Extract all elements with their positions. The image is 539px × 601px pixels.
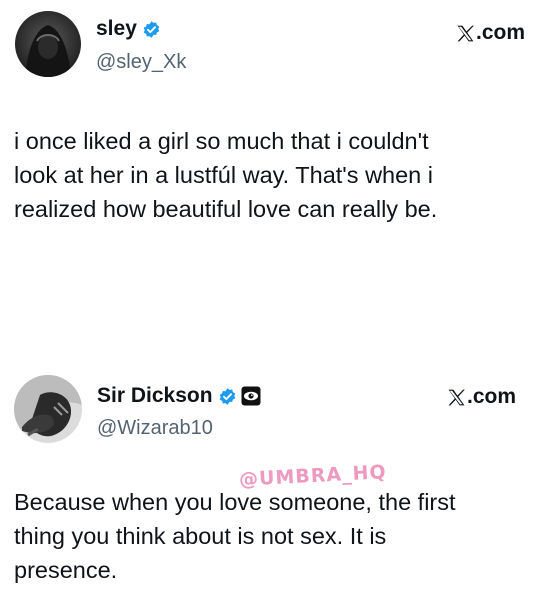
x-logo-icon	[447, 388, 466, 407]
source-text: .com	[466, 385, 516, 408]
verified-badge-icon	[218, 387, 237, 406]
avatar[interactable]	[14, 375, 82, 443]
hooded-figure-avatar-icon	[15, 11, 81, 77]
tweet-text: Because when you love someone, the first…	[14, 489, 456, 583]
user-handle[interactable]: @Wizarab10	[97, 416, 213, 440]
source-label: .com	[456, 21, 525, 45]
source-label: .com	[447, 385, 516, 409]
author-row: Sir Dickson	[97, 383, 261, 409]
dark-sketch-avatar-icon	[14, 375, 82, 443]
display-name[interactable]: Sir Dickson	[97, 383, 213, 409]
source-text: .com	[475, 21, 525, 44]
tweet-text: i once liked a girl so much that i could…	[14, 128, 438, 222]
x-logo-icon	[456, 24, 475, 43]
avatar[interactable]	[15, 11, 81, 77]
eye-badge-icon	[241, 386, 261, 406]
user-handle[interactable]: @sley_Xk	[96, 50, 186, 74]
tweet-card-1: sley @sley_Xk .com i once liked a girl s…	[0, 0, 539, 300]
author-row: sley	[96, 16, 161, 42]
display-name[interactable]: sley	[96, 16, 137, 42]
verified-badge-icon	[142, 20, 161, 39]
